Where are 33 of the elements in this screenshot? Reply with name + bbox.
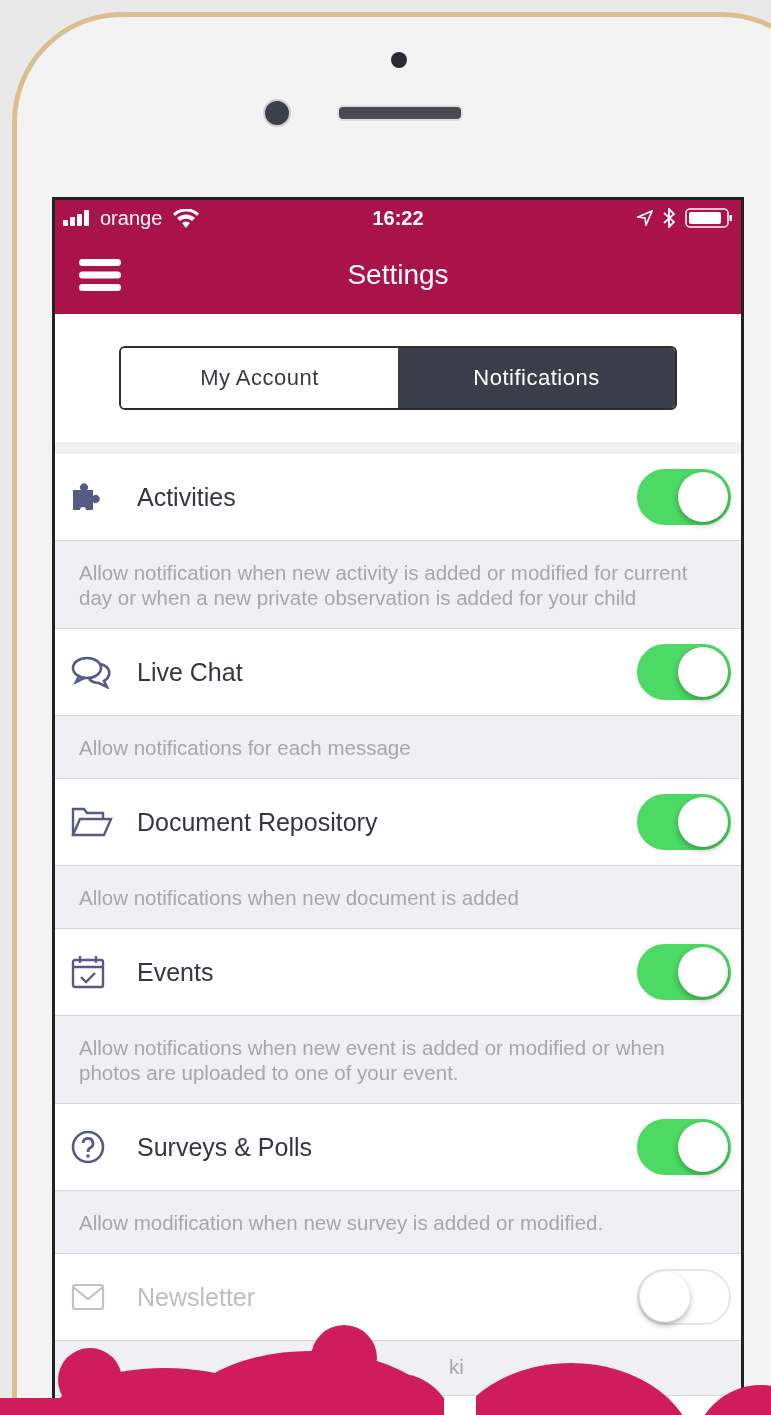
- calendar-icon: [71, 955, 105, 989]
- question-icon: [71, 1130, 105, 1164]
- screen-title: Settings: [346, 259, 450, 291]
- envelope-icon: [71, 1283, 105, 1311]
- battery-icon: [685, 208, 733, 228]
- camera-dot-icon: [391, 52, 407, 68]
- setting-description: Allow notifications for each message: [55, 716, 741, 779]
- front-camera-icon: [263, 99, 291, 127]
- speaker-slot-icon: [337, 105, 463, 121]
- bluetooth-icon: [663, 208, 675, 228]
- toggle-switch[interactable]: [637, 794, 731, 850]
- clock-time: 16:22: [372, 206, 424, 230]
- setting-title: Events: [137, 957, 215, 987]
- toggle-switch[interactable]: [637, 944, 731, 1000]
- folder-icon: [71, 806, 113, 838]
- setting-description: Allow notification when new activity is added or modified for current day or when a new private observation is added for your child: [55, 541, 741, 629]
- setting-title: Newsletter: [137, 1282, 257, 1312]
- location-arrow-icon: [637, 210, 653, 226]
- setting-description: Allow notifications when new document is added: [55, 866, 741, 929]
- setting-title: Surveys & Polls: [137, 1132, 314, 1162]
- setting-description: Allow modification when new survey is added or modified.: [55, 1191, 741, 1254]
- setting-title: Document Repository: [137, 807, 379, 837]
- setting-description: Allow notifications when new event is added or modified or when photos are uploaded to one of your event.: [55, 1016, 741, 1104]
- wifi-icon: [173, 208, 200, 228]
- toggle-switch[interactable]: [637, 644, 731, 700]
- segment-tab[interactable]: Notifications: [398, 348, 675, 408]
- toggle-switch[interactable]: [637, 1119, 731, 1175]
- carrier-name: orange: [100, 206, 163, 230]
- setting-title: Live Chat: [137, 657, 244, 687]
- setting-title: Activities: [137, 482, 237, 512]
- chat-bubbles-icon: [71, 655, 113, 689]
- menu-icon[interactable]: [79, 259, 121, 291]
- toggle-switch[interactable]: [637, 469, 731, 525]
